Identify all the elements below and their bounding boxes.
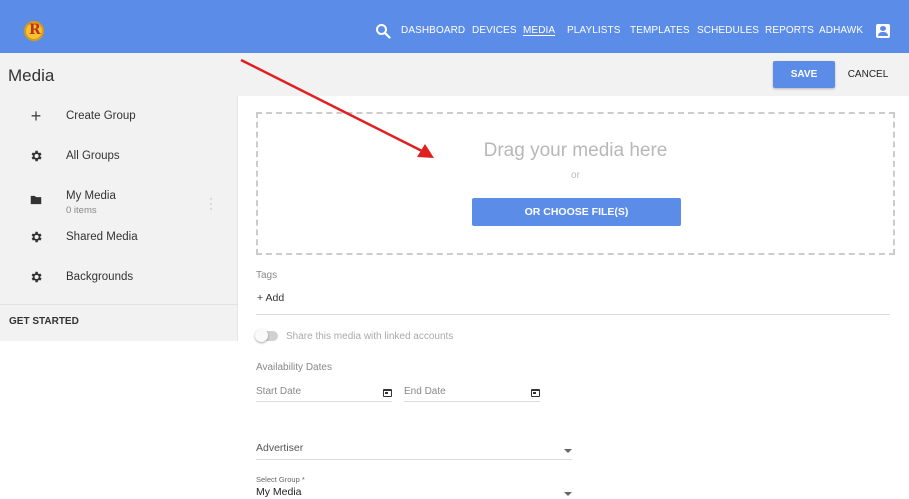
annotation-arrow (240, 58, 434, 158)
